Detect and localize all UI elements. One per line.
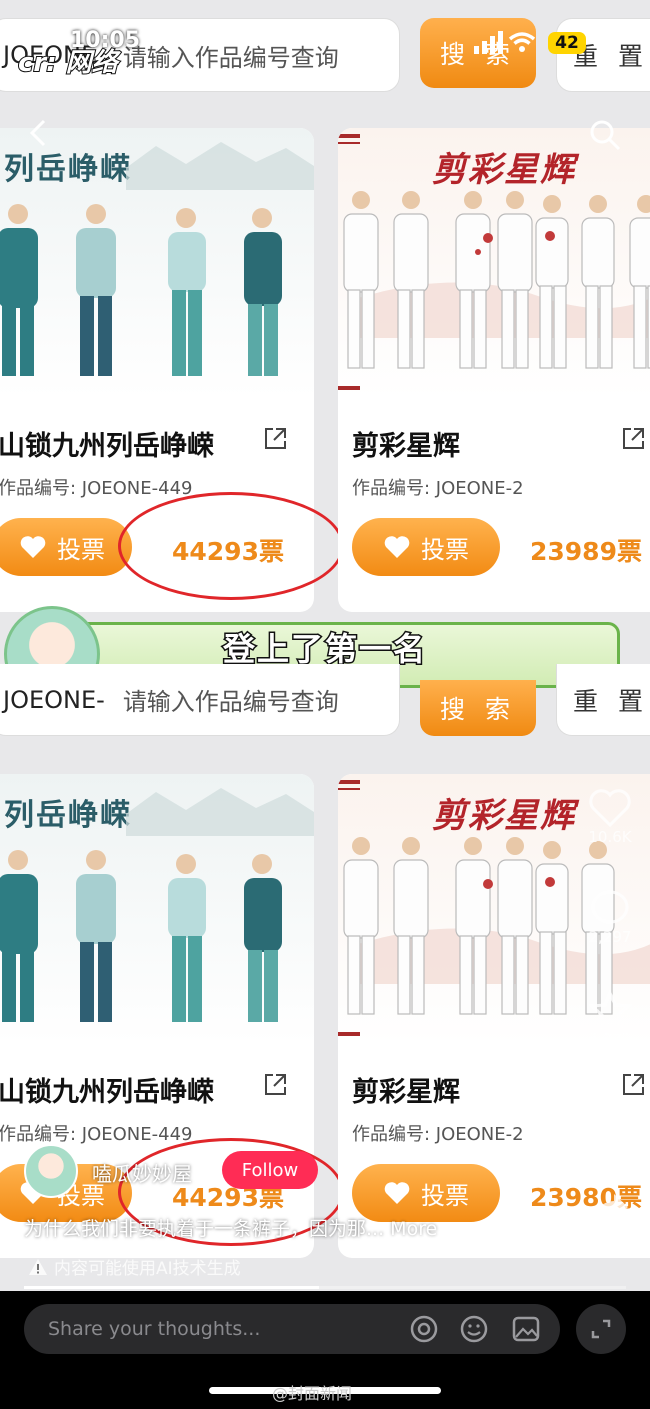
more-link[interactable]: More <box>390 1218 437 1240</box>
search-placeholder: 请输入作品编号查询 <box>122 43 339 72</box>
share-icon[interactable] <box>262 426 288 452</box>
share-count: 1,139 <box>588 1228 632 1246</box>
share-arrow-icon <box>593 1194 628 1222</box>
costume-illustration: 列岳峥嵘 <box>0 128 314 398</box>
fullscreen-button[interactable] <box>576 1304 626 1354</box>
search-icon[interactable] <box>588 118 622 152</box>
work-title: 剪彩星辉 <box>352 1077 460 1108</box>
video-progress[interactable] <box>24 1286 626 1289</box>
share-action[interactable]: 1,139 <box>583 1188 637 1246</box>
remix-count: 4,337 <box>588 1130 632 1148</box>
post-text: 为什么我们非要执着于一条裤子，因为那... <box>24 1218 385 1240</box>
signal-icon <box>474 30 504 58</box>
vote-button[interactable]: 投票 <box>352 518 500 576</box>
wifi-icon <box>508 30 536 58</box>
work-title: 山锁九州列岳峥嵘 <box>0 431 214 462</box>
watermark-source: cr: 网络 <box>17 47 119 79</box>
author-name[interactable]: 嗑瓜妙妙屋 <box>92 1158 192 1187</box>
heart-icon <box>384 1182 410 1204</box>
vote-label: 投票 <box>57 535 105 564</box>
work-code: 作品编号: JOEONE-449 <box>0 478 193 499</box>
emoji-icon[interactable] <box>458 1313 490 1345</box>
heart-icon <box>20 536 46 558</box>
heart-icon <box>384 536 410 558</box>
ai-notice: 内容可能使用AI技术生成 <box>28 1254 241 1279</box>
vote-button[interactable]: 投票 <box>0 518 132 576</box>
share-icon[interactable] <box>262 1072 288 1098</box>
costume-illustration: 列岳峥嵘 <box>0 774 314 1044</box>
reset-button[interactable]: 重 置 <box>556 664 650 736</box>
image-icon[interactable] <box>510 1313 542 1345</box>
vote-label: 投票 <box>421 1181 469 1210</box>
expand-icon <box>591 1319 611 1339</box>
search-placeholder: 请输入作品编号查询 <box>122 688 339 716</box>
favorite-action[interactable]: 6,972 <box>583 990 637 1048</box>
work-code: 作品编号: JOEONE-2 <box>352 1124 524 1145</box>
vote-count: 23989票 <box>530 537 642 566</box>
work-code: 作品编号: JOEONE-449 <box>0 1124 193 1145</box>
search-input[interactable]: JOEONE- 请输入作品编号查询 <box>0 664 400 736</box>
comment-count: 2,297 <box>588 928 632 946</box>
warning-icon <box>29 1258 47 1275</box>
work-title: 山锁九州列岳峥嵘 <box>0 1077 214 1108</box>
costume-illustration: 剪彩星辉 <box>338 128 650 398</box>
search-prefix: JOEONE- <box>3 685 105 714</box>
author-avatar[interactable] <box>24 1144 78 1198</box>
share-icon[interactable] <box>620 426 646 452</box>
ai-notice-text: 内容可能使用AI技术生成 <box>54 1259 241 1279</box>
comment-action[interactable]: 2,297 <box>583 888 637 946</box>
watermark-bottom: @封面新闻 <box>272 1384 353 1403</box>
like-count: 10.6K <box>588 828 632 846</box>
mention-icon[interactable] <box>408 1313 440 1345</box>
battery-indicator: 42 <box>548 32 586 54</box>
like-action[interactable]: 10.6K <box>583 788 637 846</box>
remix-icon <box>593 1093 627 1127</box>
post-caption: 为什么我们非要执着于一条裤子，因为那... More <box>24 1214 437 1241</box>
search-button[interactable]: 搜 索 <box>420 680 536 736</box>
follow-button[interactable]: Follow <box>222 1151 318 1189</box>
highlight-circle <box>118 492 344 600</box>
vote-label: 投票 <box>421 535 469 564</box>
work-title: 剪彩星辉 <box>352 431 460 462</box>
video-progress-fill <box>24 1286 319 1289</box>
back-icon[interactable] <box>26 118 50 148</box>
heart-icon <box>589 789 631 828</box>
star-icon <box>588 990 632 1030</box>
reset-button[interactable]: 重 置 <box>556 18 650 92</box>
comment-icon <box>591 890 629 924</box>
work-card: 剪彩星辉 剪彩星辉 作品编号: JOEONE-2 投票 23989票 <box>338 128 650 612</box>
remix-action[interactable]: 4,337 <box>583 1090 637 1148</box>
favorite-count: 6,972 <box>588 1030 632 1048</box>
work-code: 作品编号: JOEONE-2 <box>352 478 524 499</box>
